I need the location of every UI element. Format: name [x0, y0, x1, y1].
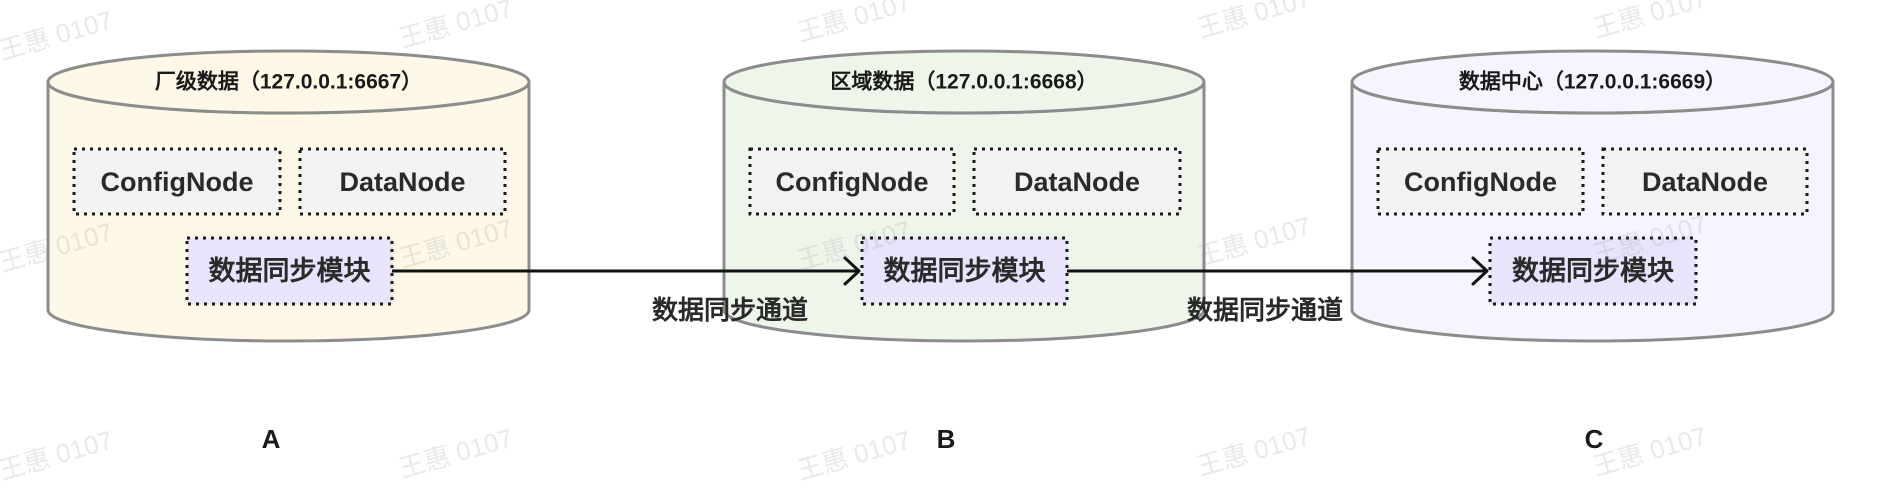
watermark-text: 王惠 0107: [793, 0, 914, 48]
watermark-text: 王惠 0107: [1193, 211, 1314, 272]
node-c: 数据中心（127.0.0.1:6669） ConfigNode DataNode…: [1350, 49, 1835, 343]
watermark-text: 王惠 0107: [1589, 0, 1710, 44]
node-a-title: 厂级数据（127.0.0.1:6667）: [155, 70, 422, 94]
node-c-sync-module-label: 数据同步模块: [1512, 256, 1675, 286]
node-a-letter: A: [262, 424, 281, 454]
channel-a-to-b-label: 数据同步通道: [652, 295, 808, 325]
node-b-letter: B: [937, 424, 956, 454]
node-c-datanode-label: DataNode: [1642, 167, 1768, 197]
watermark-text: 王惠 0107: [1589, 421, 1710, 482]
node-a: 厂级数据（127.0.0.1:6667） ConfigNode DataNode…: [46, 49, 531, 343]
watermark-text: 王惠 0107: [395, 423, 516, 484]
node-b-sync-module-label: 数据同步模块: [884, 256, 1047, 286]
channel-b-to-c-label: 数据同步通道: [1187, 295, 1343, 325]
watermark-text: 王惠 0107: [0, 425, 116, 486]
node-a-sync-module-label: 数据同步模块: [209, 256, 372, 286]
node-b-title: 区域数据（127.0.0.1:6668）: [830, 70, 1097, 94]
watermark-text: 王惠 0107: [1193, 0, 1314, 44]
node-a-datanode-label: DataNode: [339, 167, 465, 197]
node-b-datanode-label: DataNode: [1014, 167, 1140, 197]
node-a-confignode-label: ConfigNode: [101, 167, 254, 197]
node-b-confignode-label: ConfigNode: [776, 167, 929, 197]
node-c-confignode-label: ConfigNode: [1404, 167, 1557, 197]
architecture-diagram: 厂级数据（127.0.0.1:6667） ConfigNode DataNode…: [0, 0, 1835, 486]
watermark-text: 王惠 0107: [0, 5, 116, 66]
watermark-text: 王惠 0107: [793, 425, 914, 486]
node-c-title: 数据中心（127.0.0.1:6669）: [1459, 70, 1726, 94]
watermark-text: 王惠 0107: [1193, 421, 1314, 482]
watermark-text: 王惠 0107: [395, 0, 516, 54]
